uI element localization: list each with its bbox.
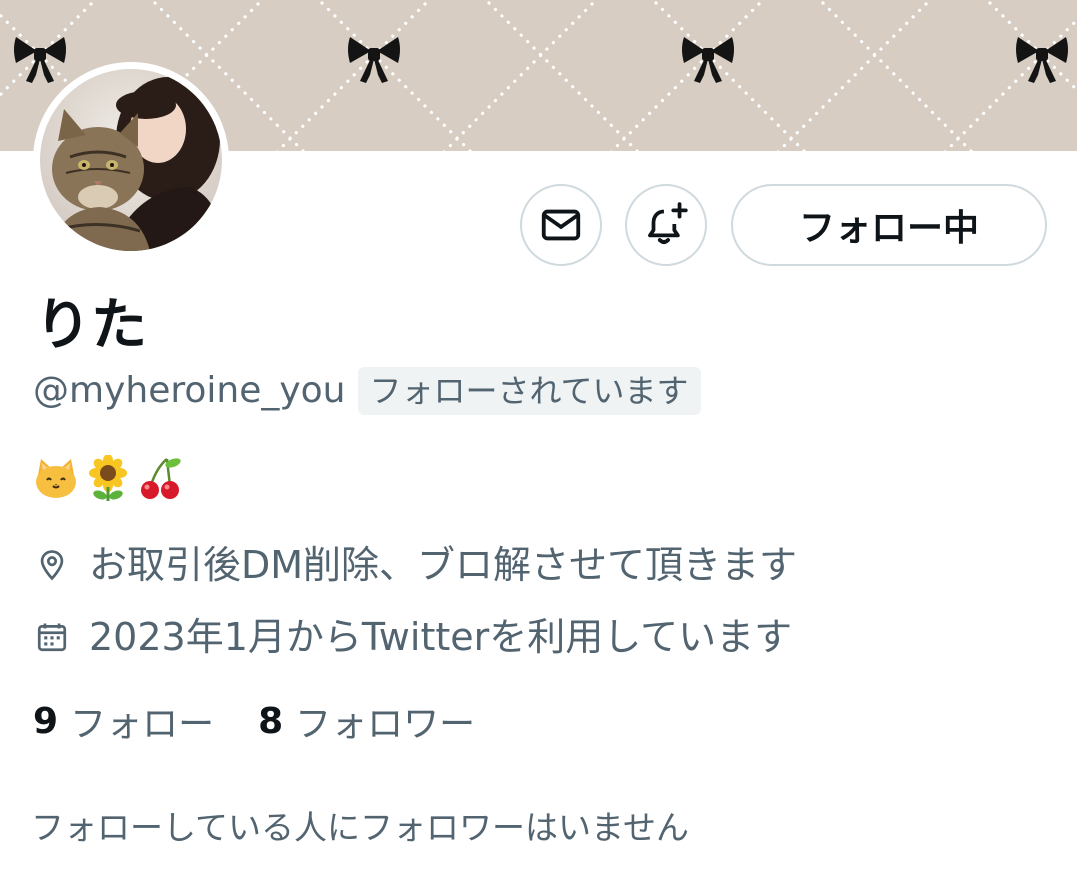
- following-count: 9: [33, 700, 59, 742]
- followers-label: フォロワー: [295, 704, 476, 745]
- banner-dotted-line: [316, 0, 473, 151]
- avatar[interactable]: [33, 62, 229, 258]
- calendar-icon: [37, 623, 67, 652]
- user-handle: @myheroine_you: [33, 370, 346, 411]
- followers-count: 8: [258, 700, 284, 742]
- bow-icon: [348, 37, 400, 83]
- banner-dotted-line: [650, 0, 807, 151]
- banner-dotted-line: [817, 0, 974, 151]
- banner-dotted-line: [1009, 0, 1077, 151]
- location-pin-icon: [40, 550, 64, 581]
- location-text: お取引後DM削除、ブロ解させて頂きます: [89, 543, 798, 587]
- envelope-icon: [541, 209, 581, 241]
- avatar-image: [40, 69, 222, 251]
- banner-dotted-line: [609, 0, 766, 151]
- bow-icon: [14, 37, 66, 83]
- banner-dotted-line: [984, 0, 1077, 93]
- bio: [33, 450, 183, 506]
- banner-dotted-line: [1009, 0, 1077, 151]
- location-row: お取引後DM削除、ブロ解させて頂きます: [35, 540, 797, 590]
- bow-icon: [1016, 37, 1068, 83]
- banner-dotted-line: [776, 0, 933, 151]
- joined-text: 2023年1月からTwitterを利用しています: [89, 615, 793, 659]
- following-label: フォロー: [70, 704, 215, 745]
- sunflower-emoji: [89, 455, 127, 501]
- banner-dotted-line: [943, 17, 1077, 151]
- follows-you-badge: フォローされています: [357, 367, 701, 415]
- mutual-followers-text: フォローしている人にフォロワーはいません: [31, 808, 690, 847]
- follow-stats: 9 フォロー 8 フォロワー: [33, 696, 475, 746]
- banner-dotted-line: [275, 0, 432, 151]
- display-name: りた: [35, 293, 147, 358]
- cherries-emoji: [141, 458, 181, 499]
- handle-row: @myheroine_you フォローされています: [33, 367, 701, 415]
- message-button[interactable]: [520, 184, 602, 266]
- following-link[interactable]: 9 フォロー: [33, 695, 214, 747]
- bow-icon: [682, 37, 734, 83]
- banner-dotted-line: [442, 0, 599, 151]
- banner-dotted-line: [483, 0, 640, 151]
- cat-face-emoji: [36, 459, 76, 498]
- following-button[interactable]: フォロー中: [731, 184, 1047, 266]
- followers-link[interactable]: 8 フォロワー: [258, 695, 475, 747]
- joined-row: 2023年1月からTwitterを利用しています: [35, 612, 792, 662]
- bell-plus-icon: [648, 202, 688, 244]
- notify-button[interactable]: [625, 184, 707, 266]
